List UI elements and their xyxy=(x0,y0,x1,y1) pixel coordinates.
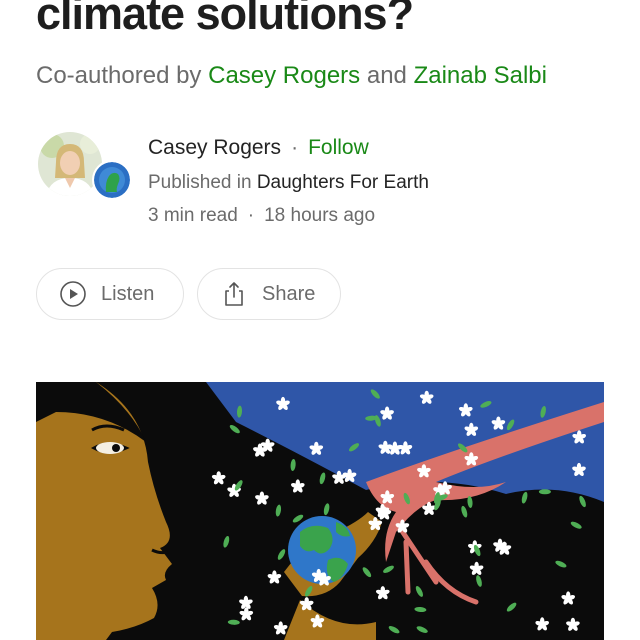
coauthor-link-casey[interactable]: Casey Rogers xyxy=(208,62,360,89)
reading-info-row: 3 min read · 18 hours ago xyxy=(148,205,375,227)
listen-button[interactable]: Listen xyxy=(36,268,184,320)
hero-illustration xyxy=(36,382,604,640)
separator-dot: · xyxy=(291,136,299,159)
publication-logo-icon[interactable] xyxy=(92,160,132,200)
share-label: Share xyxy=(262,282,316,305)
listen-label: Listen xyxy=(101,282,155,305)
separator-dot: · xyxy=(247,205,255,226)
coauthor-link-zainab[interactable]: Zainab Salbi xyxy=(414,62,547,89)
share-button[interactable]: Share xyxy=(197,268,341,320)
author-name[interactable]: Casey Rogers xyxy=(148,136,281,159)
coauthor-line: Co-authored by Casey Rogers and Zainab S… xyxy=(36,62,547,90)
posted-time: 18 hours ago xyxy=(264,205,376,226)
publication-link[interactable]: Daughters For Earth xyxy=(257,172,429,193)
follow-button[interactable]: Follow xyxy=(308,136,369,159)
coauthor-and: and xyxy=(366,62,407,89)
author-row: Casey Rogers · Follow xyxy=(148,136,369,160)
coauthor-prefix: Co-authored by xyxy=(36,62,202,89)
share-icon xyxy=(220,280,248,308)
author-avatar-group[interactable] xyxy=(38,132,132,202)
read-time: 3 min read xyxy=(148,205,238,226)
publication-row: Published in Daughters For Earth xyxy=(148,172,429,194)
article-title: climate solutions? xyxy=(36,0,414,39)
published-prefix: Published in xyxy=(148,172,252,193)
play-circle-icon xyxy=(59,280,87,308)
